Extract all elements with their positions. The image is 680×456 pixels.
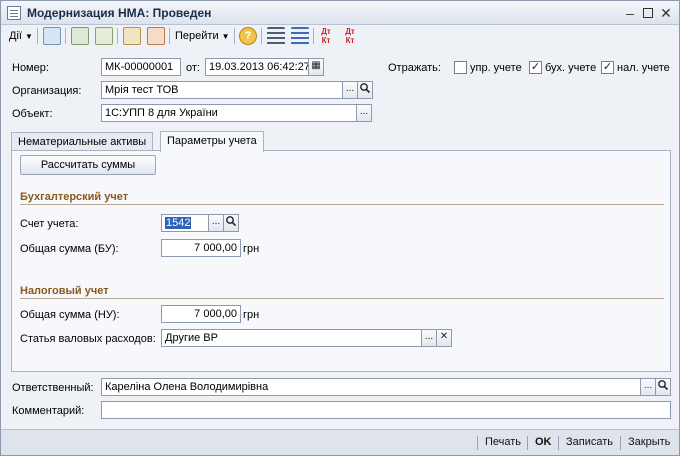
refresh-icon[interactable] (71, 27, 89, 45)
ellipsis-icon[interactable]: ... (342, 81, 358, 99)
tax-total-label: Общая сумма (НУ): (20, 309, 120, 321)
debit-credit-icon[interactable]: Дт Кт (317, 27, 335, 45)
calendar-icon[interactable]: ▦ (308, 58, 324, 76)
comment-label: Комментарий: (12, 405, 85, 417)
number-label: Номер: (12, 62, 49, 74)
footer-separator (558, 436, 559, 450)
actions-menu-label: Дії (9, 30, 22, 42)
document-icon (7, 6, 21, 20)
responsible-label: Ответственный: (12, 382, 94, 394)
maximize-button[interactable] (639, 4, 657, 22)
tab-intangible-assets[interactable]: Нематериальные активы (11, 132, 154, 151)
section-divider (20, 204, 664, 205)
footer-separator (620, 436, 621, 450)
tab-panel: Рассчитать суммы Бухгалтерский учет Счет… (11, 150, 671, 372)
list-view-icon[interactable] (267, 27, 285, 45)
ellipsis-icon[interactable]: ... (421, 329, 437, 347)
date-field[interactable]: 19.03.2013 06:42:27 (205, 58, 309, 76)
tax-currency-label: грн (243, 309, 260, 321)
toolbar-separator (313, 28, 314, 44)
close-button[interactable]: Закрыть (628, 436, 670, 448)
window-title: Модернизация НМА: Проведен (27, 6, 212, 20)
minimize-button[interactable]: – (621, 4, 639, 22)
object-label: Объект: (12, 108, 53, 120)
comment-field[interactable] (101, 401, 671, 419)
account-field[interactable]: 1542 (161, 214, 209, 232)
acc-total-label: Общая сумма (БУ): (20, 243, 119, 255)
reflect-tax-label: нал. учете (617, 62, 670, 74)
actions-menu-button[interactable]: Дії ▼ (9, 26, 33, 46)
magnifier-icon (360, 83, 371, 94)
acc-currency-label: грн (243, 243, 260, 255)
expense-item-label: Статья валовых расходов: (20, 333, 156, 345)
checklist-icon[interactable] (291, 27, 309, 45)
reflect-mgmt-label: упр. учете (470, 62, 522, 74)
toolbar-separator (117, 28, 118, 44)
footer-bar: Печать OK Записать Закрыть (1, 429, 679, 455)
chevron-down-icon: ▼ (221, 32, 230, 41)
search-icon[interactable] (223, 214, 239, 232)
expense-item-field[interactable]: Другие ВР (161, 329, 422, 347)
responsible-field[interactable]: Кареліна Олена Володимирівна (101, 378, 641, 396)
toolbar-separator (234, 28, 235, 44)
print-button[interactable]: Печать (485, 436, 521, 448)
document-window: Модернизация НМА: Проведен – ✕ Дії ▼ Пер… (0, 0, 680, 456)
tab-accounting-params[interactable]: Параметры учета (160, 131, 264, 152)
ellipsis-icon[interactable]: ... (356, 104, 372, 122)
ok-button[interactable]: OK (535, 436, 552, 448)
ellipsis-icon[interactable]: ... (208, 214, 224, 232)
object-field[interactable]: 1С:УПП 8 для України (101, 104, 357, 122)
reflect-mgmt-checkbox[interactable] (454, 61, 467, 74)
account-label: Счет учета: (20, 218, 79, 230)
organization-label: Организация: (12, 85, 82, 97)
title-bar: Модернизация НМА: Проведен – ✕ (1, 1, 679, 25)
reflect-acc-label: бух. учете (545, 62, 597, 74)
post-document-icon[interactable] (43, 27, 61, 45)
footer-separator (527, 436, 528, 450)
acc-total-field[interactable]: 7 000,00 (161, 239, 241, 257)
toolbar-separator (169, 28, 170, 44)
close-window-button[interactable]: ✕ (657, 4, 675, 22)
number-field[interactable]: МК-00000001 (101, 58, 181, 76)
clear-icon[interactable]: ✕ (436, 329, 452, 347)
search-icon[interactable] (357, 81, 373, 99)
structure-icon[interactable] (147, 27, 165, 45)
reflect-tax-checkbox[interactable]: ✓ (601, 61, 614, 74)
account-value: 1542 (165, 217, 192, 229)
tax-debit-credit-icon[interactable]: Дт Кт (341, 27, 359, 45)
organization-field[interactable]: Мрія тест ТОВ (101, 81, 343, 99)
magnifier-icon (226, 216, 237, 227)
search-icon[interactable] (655, 378, 671, 396)
tax-section-title: Налоговый учет (20, 285, 109, 297)
accounting-section-title: Бухгалтерский учет (20, 191, 129, 203)
toolbar-separator (37, 28, 38, 44)
copy-document-icon[interactable] (95, 27, 113, 45)
reflect-label: Отражать: (388, 62, 441, 74)
footer-separator (477, 436, 478, 450)
ellipsis-icon[interactable]: ... (640, 378, 656, 396)
goto-menu-button[interactable]: Перейти ▼ (175, 26, 230, 46)
toolbar: Дії ▼ Перейти ▼ ? Дт Кт Дт Кт (3, 25, 679, 47)
toolbar-separator (261, 28, 262, 44)
reflect-acc-checkbox[interactable]: ✓ (529, 61, 542, 74)
chevron-down-icon: ▼ (25, 32, 33, 41)
toolbar-separator (65, 28, 66, 44)
magnifier-icon (658, 380, 669, 391)
help-icon[interactable]: ? (239, 27, 257, 45)
date-label: от: (186, 62, 200, 74)
section-divider (20, 298, 664, 299)
calculate-sums-button[interactable]: Рассчитать суммы (20, 155, 156, 175)
save-button[interactable]: Записать (566, 436, 613, 448)
based-on-icon[interactable] (123, 27, 141, 45)
goto-menu-label: Перейти (175, 30, 219, 42)
tax-total-field[interactable]: 7 000,00 (161, 305, 241, 323)
